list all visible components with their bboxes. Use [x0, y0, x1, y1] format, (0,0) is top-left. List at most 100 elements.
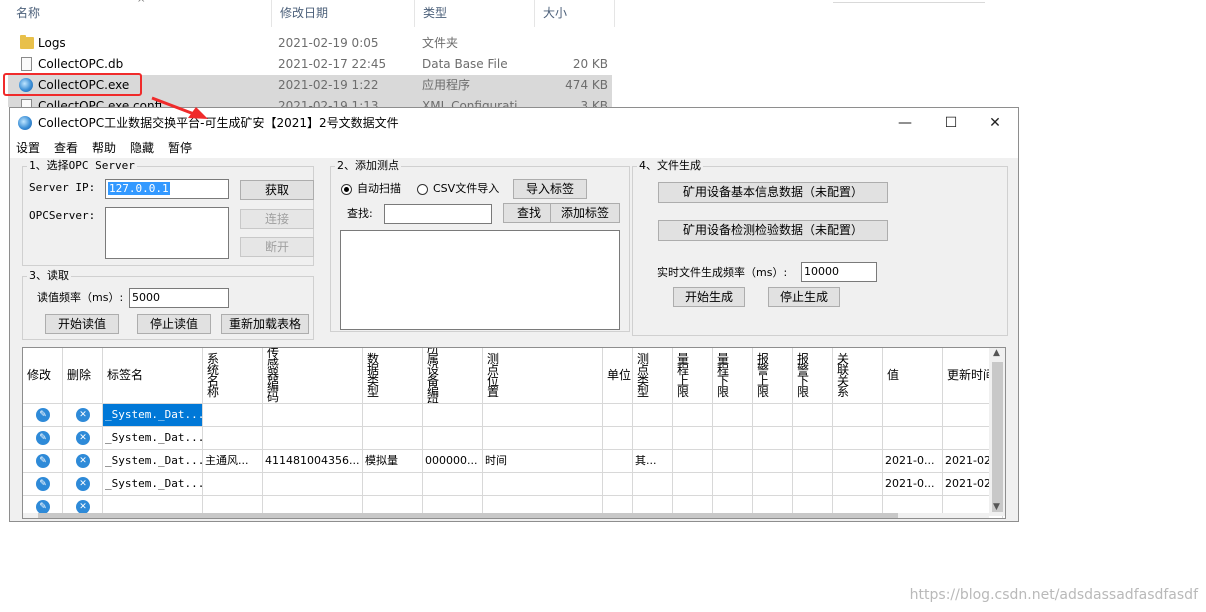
grid-cell-sensor-code[interactable] [263, 473, 363, 496]
edit-pencil-icon[interactable]: ✎ [36, 431, 50, 445]
column-header-edit[interactable]: 修改 [23, 348, 63, 404]
realtime-frequency-input[interactable]: 10000 [801, 262, 877, 282]
column-header-value[interactable]: 值 [883, 348, 943, 404]
grid-cell-value[interactable]: 2021-0... [883, 473, 943, 496]
column-header-sensor-code[interactable]: 传感器编码 [263, 348, 363, 404]
column-header-device-code[interactable]: 所属设备编码 [423, 348, 483, 404]
scroll-up-icon[interactable]: ▲ [993, 348, 1000, 358]
grid-cell-point-type[interactable] [633, 427, 673, 450]
grid-cell-value[interactable]: 2021-0... [883, 450, 943, 473]
column-header-date[interactable]: 修改日期 [272, 0, 415, 27]
grid-cell-tag-name[interactable]: _System._Dat... [103, 404, 203, 427]
grid-cell-relation[interactable] [833, 404, 883, 427]
menu-view[interactable]: 查看 [54, 138, 78, 158]
delete-cell[interactable]: ✕ [63, 427, 103, 450]
grid-cell-range-lower[interactable] [713, 427, 753, 450]
grid-cell-system-name[interactable] [203, 427, 263, 450]
column-header-unit[interactable]: 单位 [603, 348, 633, 404]
import-tags-button[interactable]: 导入标签 [513, 179, 587, 199]
grid-cell-unit[interactable] [603, 427, 633, 450]
reload-table-button[interactable]: 重新加载表格 [221, 314, 309, 334]
grid-cell-device-code[interactable] [423, 427, 483, 450]
csv-import-radio[interactable] [417, 184, 428, 195]
grid-cell-device-code[interactable]: 000000... [423, 450, 483, 473]
grid-cell-point-location[interactable]: 时间 [483, 450, 603, 473]
grid-cell-tag-name[interactable]: _System._Dat... [103, 473, 203, 496]
vertical-scrollbar[interactable]: ▲ ▼ [989, 348, 1005, 516]
grid-cell-range-upper[interactable] [673, 473, 713, 496]
grid-cell-relation[interactable] [833, 450, 883, 473]
scroll-thumb[interactable] [38, 513, 898, 518]
disconnect-button[interactable]: 断开 [240, 237, 314, 257]
horizontal-scrollbar[interactable] [23, 513, 989, 518]
grid-cell-data-type[interactable] [363, 404, 423, 427]
basic-info-data-button[interactable]: 矿用设备基本信息数据（未配置） [658, 182, 888, 203]
auto-scan-radio[interactable] [341, 184, 352, 195]
file-row-config[interactable]: CollectOPC.exe.confi 2021-02-19 1:13 XML… [8, 96, 612, 107]
inspection-data-button[interactable]: 矿用设备检测检验数据（未配置） [658, 220, 888, 241]
column-header-alarm-upper[interactable]: 报警上限 [753, 348, 793, 404]
grid-cell-alarm-lower[interactable] [793, 473, 833, 496]
maximize-button[interactable]: ☐ [928, 108, 974, 138]
column-header-data-type[interactable]: 数据类型 [363, 348, 423, 404]
add-tag-button[interactable]: 添加标签 [550, 203, 620, 223]
read-frequency-input[interactable]: 5000 [129, 288, 229, 308]
column-header-relation[interactable]: 关联关系 [833, 348, 883, 404]
grid-cell-point-location[interactable] [483, 427, 603, 450]
grid-cell-point-location[interactable] [483, 404, 603, 427]
grid-cell-value[interactable] [883, 404, 943, 427]
grid-cell-point-type[interactable] [633, 473, 673, 496]
start-read-button[interactable]: 开始读值 [45, 314, 119, 334]
minimize-button[interactable]: — [882, 108, 928, 138]
grid-cell-system-name[interactable]: 主通风... [203, 450, 263, 473]
grid-cell-data-type[interactable]: 模拟量 [363, 450, 423, 473]
grid-cell-sensor-code[interactable] [263, 404, 363, 427]
grid-cell-range-upper[interactable] [673, 450, 713, 473]
grid-cell-alarm-lower[interactable] [793, 404, 833, 427]
edit-cell[interactable]: ✎ [23, 404, 63, 427]
delete-x-icon[interactable]: ✕ [76, 431, 90, 445]
stop-generate-button[interactable]: 停止生成 [768, 287, 840, 307]
grid-cell-alarm-lower[interactable] [793, 450, 833, 473]
grid-cell-relation[interactable] [833, 427, 883, 450]
column-header-type[interactable]: 类型 [415, 0, 535, 27]
grid-cell-range-upper[interactable] [673, 427, 713, 450]
grid-cell-range-lower[interactable] [713, 473, 753, 496]
grid-cell-alarm-lower[interactable] [793, 427, 833, 450]
grid-cell-alarm-upper[interactable] [753, 404, 793, 427]
data-grid[interactable]: 修改删除标签名系统名称传感器编码数据类型所属设备编码测点位置单位测点类型量程上限… [22, 347, 1006, 519]
grid-cell-data-type[interactable] [363, 427, 423, 450]
menu-settings[interactable]: 设置 [16, 138, 40, 158]
column-header-range-lower[interactable]: 量程下限 [713, 348, 753, 404]
delete-x-icon[interactable]: ✕ [76, 500, 90, 514]
column-header-system-name[interactable]: 系统名称 [203, 348, 263, 404]
column-header-size[interactable]: 大小 [535, 0, 615, 27]
grid-cell-alarm-upper[interactable] [753, 473, 793, 496]
scroll-down-icon[interactable]: ▼ [993, 502, 1000, 512]
delete-cell[interactable]: ✕ [63, 450, 103, 473]
grid-cell-point-type[interactable] [633, 404, 673, 427]
grid-cell-tag-name[interactable]: _System._Dat... [103, 427, 203, 450]
grid-cell-point-location[interactable] [483, 473, 603, 496]
grid-cell-unit[interactable] [603, 473, 633, 496]
scroll-thumb[interactable] [992, 362, 1003, 512]
delete-cell[interactable]: ✕ [63, 473, 103, 496]
grid-cell-unit[interactable] [603, 404, 633, 427]
get-button[interactable]: 获取 [240, 180, 314, 200]
edit-pencil-icon[interactable]: ✎ [36, 408, 50, 422]
grid-cell-range-upper[interactable] [673, 404, 713, 427]
edit-cell[interactable]: ✎ [23, 450, 63, 473]
grid-cell-alarm-upper[interactable] [753, 427, 793, 450]
column-header-alarm-lower[interactable]: 报警下限 [793, 348, 833, 404]
column-header-point-location[interactable]: 测点位置 [483, 348, 603, 404]
start-generate-button[interactable]: 开始生成 [673, 287, 745, 307]
grid-cell-data-type[interactable] [363, 473, 423, 496]
column-header-range-upper[interactable]: 量程上限 [673, 348, 713, 404]
search-button[interactable]: 查找 [503, 203, 555, 223]
connect-button[interactable]: 连接 [240, 209, 314, 229]
column-header-tag-name[interactable]: 标签名 [103, 348, 203, 404]
column-header-delete[interactable]: 删除 [63, 348, 103, 404]
grid-cell-value[interactable] [883, 427, 943, 450]
grid-cell-alarm-upper[interactable] [753, 450, 793, 473]
delete-x-icon[interactable]: ✕ [76, 477, 90, 491]
